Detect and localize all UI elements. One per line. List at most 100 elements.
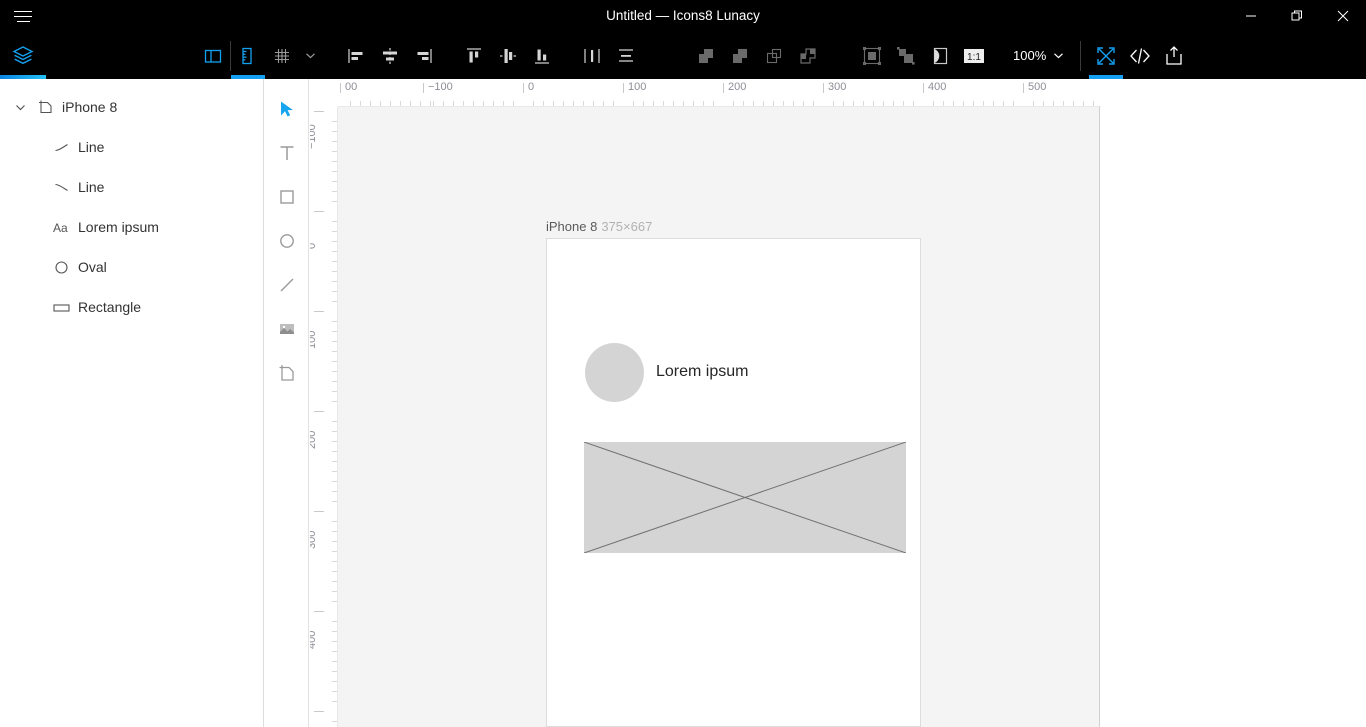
ruler-tick-minor (332, 561, 337, 562)
layers-sidebar: iPhone 8 Line Line Aa Lorem ipsum Oval R… (0, 79, 264, 727)
layer-row-lorem-ipsum[interactable]: Aa Lorem ipsum (0, 207, 263, 247)
ruler-tick-minor (883, 101, 884, 106)
restore-button[interactable] (1274, 0, 1320, 32)
ruler-tick-minor (953, 101, 954, 106)
ruler-tick-minor (332, 281, 337, 282)
vertical-ruler[interactable]: −1000100200300400500 (310, 79, 338, 727)
ruler-tick-minor (583, 101, 584, 106)
text-tool[interactable] (265, 131, 309, 175)
ruler-tick-minor (332, 381, 337, 382)
window-title: Untitled — Icons8 Lunacy (606, 8, 760, 23)
ruler-tick-minor (332, 701, 337, 702)
ruler-tick-minor (332, 171, 337, 172)
ruler-tick-minor (553, 101, 554, 106)
artboard-iphone-8[interactable]: Lorem ipsum (546, 238, 921, 727)
flatten-icon[interactable] (889, 32, 923, 79)
ruler-tick-minor (783, 101, 784, 106)
ruler-tick-minor (603, 101, 604, 106)
align-left-icon[interactable] (339, 32, 373, 79)
oval-icon (48, 247, 74, 287)
fit-to-screen-icon[interactable] (1089, 32, 1124, 79)
ruler-label: 0 (310, 243, 318, 249)
artboard-label[interactable]: iPhone 8 375×667 (546, 219, 652, 234)
ruler-tick-minor (430, 101, 431, 106)
title-bar: Untitled — Icons8 Lunacy (0, 0, 1366, 32)
align-bottom-icon[interactable] (525, 32, 559, 79)
layer-label: Line (78, 139, 105, 155)
select-tool[interactable] (265, 87, 309, 131)
align-top-icon[interactable] (457, 32, 491, 79)
chevron-down-icon[interactable] (8, 87, 32, 127)
align-vertical-center-icon[interactable] (491, 32, 525, 79)
layer-row-line-2[interactable]: Line (0, 167, 263, 207)
hamburger-menu-icon[interactable] (0, 0, 46, 32)
grid-icon[interactable] (265, 32, 299, 79)
main-toolbar: 1:1 100% (0, 32, 1366, 79)
mask-icon[interactable] (855, 32, 889, 79)
scale-1-1-icon[interactable]: 1:1 (957, 32, 991, 79)
distribute-vertical-icon[interactable] (609, 32, 643, 79)
panel-toggle-icon[interactable] (196, 32, 230, 79)
layers-icon (12, 45, 34, 64)
ruler-tick-minor (983, 101, 984, 106)
union-icon[interactable] (689, 32, 723, 79)
layer-row-line-1[interactable]: Line (0, 127, 263, 167)
ruler-tick (340, 83, 341, 93)
line-tool[interactable] (265, 263, 309, 307)
ruler-tick-minor (332, 321, 337, 322)
canvas-image-placeholder[interactable] (584, 442, 906, 553)
ruler-tick-minor (743, 101, 744, 106)
image-tool[interactable] (265, 307, 309, 351)
ruler-label: 200 (728, 81, 747, 93)
rectangle-tool[interactable] (265, 175, 309, 219)
ruler-label: 300 (310, 530, 318, 549)
ruler-tick-minor (1083, 101, 1084, 106)
subtract-icon[interactable] (723, 32, 757, 79)
ruler-tick-minor (1013, 101, 1014, 106)
ruler-tick-minor (332, 221, 337, 222)
distribute-horizontal-icon[interactable] (575, 32, 609, 79)
horizontal-ruler[interactable]: 00 −100 0 100 200 300 400 500 (310, 79, 1101, 107)
difference-icon[interactable] (791, 32, 825, 79)
ruler-tick-minor (332, 551, 337, 552)
ruler-tick-minor (332, 661, 337, 662)
code-icon[interactable] (1123, 32, 1157, 79)
artboard-icon (32, 87, 58, 127)
oval-tool[interactable] (265, 219, 309, 263)
ruler-tick-minor (332, 651, 337, 652)
ruler-tick-minor (903, 101, 904, 106)
half-fill-icon[interactable] (923, 32, 957, 79)
line-up-icon (48, 127, 74, 167)
ruler-tick-minor (773, 101, 774, 106)
export-icon[interactable] (1157, 32, 1191, 79)
align-horizontal-center-icon[interactable] (373, 32, 407, 79)
minimize-button[interactable] (1228, 0, 1274, 32)
design-canvas[interactable]: iPhone 8 375×667 Lorem ipsum (338, 107, 1100, 727)
ruler-tick-minor (1043, 101, 1044, 106)
ruler-tick-minor (332, 521, 337, 522)
layers-panel-tab[interactable] (0, 32, 46, 79)
ruler-tick-minor (513, 101, 514, 106)
align-right-icon[interactable] (407, 32, 441, 79)
canvas-text-lorem-ipsum[interactable]: Lorem ipsum (656, 363, 748, 381)
chevron-down-icon[interactable] (299, 32, 321, 79)
layer-label: iPhone 8 (62, 99, 118, 115)
square-icon (280, 190, 294, 204)
ruler-tick-minor (410, 101, 411, 106)
ruler-tick-minor (873, 101, 874, 106)
chevron-down-icon (1054, 53, 1064, 59)
ruler-tick-minor (433, 101, 434, 106)
layer-row-iphone-8[interactable]: iPhone 8 (0, 87, 263, 127)
artboard-tool[interactable] (265, 351, 309, 395)
intersect-icon[interactable] (757, 32, 791, 79)
ruler-tick-minor (443, 101, 444, 106)
close-button[interactable] (1320, 0, 1366, 32)
zoom-level-control[interactable]: 100% (1005, 32, 1072, 79)
ruler-tick-minor (893, 101, 894, 106)
diagonal-line-icon (280, 278, 294, 292)
layer-row-oval[interactable]: Oval (0, 247, 263, 287)
ruler-icon[interactable] (231, 32, 265, 79)
canvas-oval[interactable] (585, 343, 644, 402)
layer-row-rectangle[interactable]: Rectangle (0, 287, 263, 327)
ruler-tick (314, 311, 324, 312)
